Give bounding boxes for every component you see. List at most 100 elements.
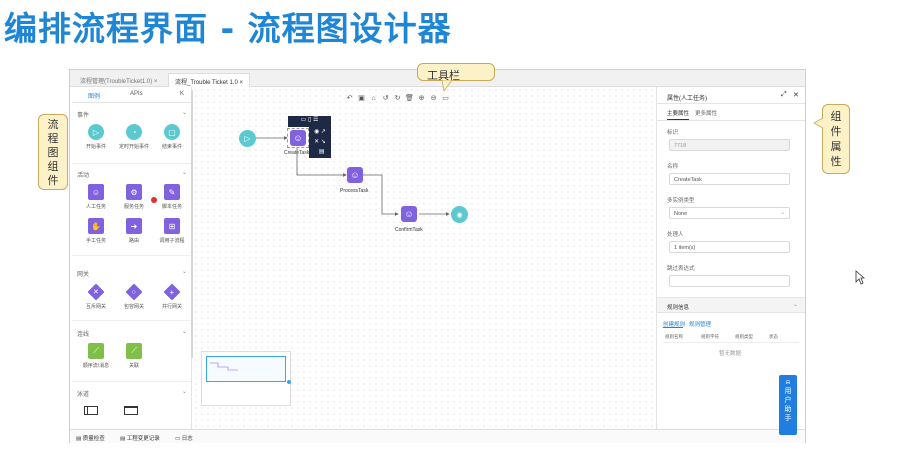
node-label-confirmtask: ConfirmTask bbox=[395, 227, 423, 233]
palette-item-end-event[interactable]: ▢ 结束事件 bbox=[152, 124, 191, 150]
field-label-id: 标识 bbox=[667, 130, 679, 136]
tab-more-properties[interactable]: 更多属性 bbox=[695, 109, 717, 117]
skip-expression-field[interactable] bbox=[669, 275, 790, 287]
properties-callout: 组 件 属 性 bbox=[822, 104, 850, 174]
close-icon[interactable]: ✕ bbox=[793, 91, 799, 99]
association-icon: ⟋ bbox=[126, 343, 142, 359]
palette-item-association[interactable]: ⟋ 关联 bbox=[114, 343, 154, 369]
node-context-menu[interactable]: ◉ ↗ ✕ ↘ ▤ bbox=[309, 127, 331, 158]
column-header: 状态 bbox=[769, 334, 778, 339]
minimap-preview bbox=[210, 362, 238, 371]
multi-instance-select[interactable]: None ⌄ bbox=[669, 207, 790, 219]
play-icon: ▷ bbox=[244, 134, 251, 143]
app-window: 流程管理(TroubleTicket1.0) × 流程_Trouble Tick… bbox=[69, 69, 806, 443]
field-label-name: 名称 bbox=[667, 164, 679, 170]
document-icon: ▤ bbox=[76, 436, 82, 442]
callout-pointer bbox=[441, 80, 453, 92]
palette-item-script-task[interactable]: ✎ 脚本任务 bbox=[152, 184, 191, 210]
user-assistant-button[interactable]: ⍾ 用 户 助 手 bbox=[779, 375, 797, 435]
palette-item-route[interactable]: ➜ 路由 bbox=[114, 218, 154, 244]
node-context-toolbar[interactable]: ▭ ▯ ☰ bbox=[288, 116, 331, 127]
section-title-events: 事件 bbox=[77, 113, 90, 119]
palette-tab-apis[interactable]: APIs bbox=[130, 91, 143, 97]
properties-title: 属性(人工任务) bbox=[667, 96, 707, 102]
chevron-down-icon: ⌄ bbox=[793, 302, 799, 308]
status-item-quality-check[interactable]: ▤ 质量检查 bbox=[76, 434, 105, 442]
palette-item-manual-task[interactable]: ✋ 手工任务 bbox=[76, 218, 116, 244]
user-task-icon: ☺ bbox=[350, 170, 360, 180]
user-task-icon: ☺ bbox=[88, 184, 104, 200]
service-task-icon: ⚙ bbox=[126, 184, 142, 200]
palette-item-start-event[interactable]: ▷ 开始事件 bbox=[76, 124, 116, 150]
chevron-down-icon[interactable]: ⌄ bbox=[182, 169, 187, 176]
task-node-createtask[interactable]: ☺ bbox=[290, 130, 306, 146]
hand-task-icon: ✋ bbox=[88, 218, 104, 234]
tab-main-properties[interactable]: 主要属性 bbox=[667, 109, 690, 120]
subprocess-icon: ⊞ bbox=[164, 218, 180, 234]
section-title-activities: 活动 bbox=[77, 173, 90, 179]
tab-process-management[interactable]: 流程管理(TroubleTicket1.0) × bbox=[74, 73, 163, 87]
diagram-canvas[interactable]: ↶ ▣ ⌂ ↺ ↻ 🗑 ⊕ ⊖ ▭ ▷ ▭ ▯ ☰ ◉ ↗ ✕ ↘ ▤ ☺ Cre… bbox=[193, 87, 656, 429]
end-event-node[interactable]: ◉ bbox=[451, 206, 468, 223]
callout-pointer bbox=[813, 117, 824, 129]
rule-section-header[interactable]: 规则信息 ⌄ bbox=[657, 297, 805, 313]
node-label-processtask: ProcessTask bbox=[340, 188, 369, 194]
palette-item-inclusive-gateway[interactable]: ○ 包容网关 bbox=[114, 283, 154, 310]
palette-item-call-subprocess[interactable]: ⊞ 调用子流程 bbox=[152, 218, 191, 244]
palette-item-sequence-flow[interactable]: ⟋ 顺序流/消息 bbox=[76, 343, 116, 369]
chevron-down-icon[interactable]: ⌄ bbox=[182, 328, 187, 335]
start-event-node[interactable]: ▷ bbox=[239, 130, 256, 147]
chevron-down-icon[interactable]: ⌄ bbox=[182, 109, 187, 116]
palette-item-service-task[interactable]: ⚙ 服务任务 bbox=[114, 184, 154, 210]
script-task-icon: ✎ bbox=[164, 184, 180, 200]
chevron-down-icon[interactable]: ⌄ bbox=[182, 268, 187, 275]
tab-close-icon[interactable]: × bbox=[154, 79, 158, 85]
empty-state-text: 暂无数据 bbox=[719, 351, 742, 357]
status-bar: ▤ 质量检查 ▤ 工程变更记录 ▭ 日志 bbox=[70, 429, 805, 443]
pool-vertical-icon[interactable] bbox=[124, 406, 138, 415]
manage-rules-link[interactable]: 规则管理 bbox=[689, 320, 711, 328]
status-item-change-log[interactable]: ▤ 工程变更记录 bbox=[120, 434, 160, 442]
task-node-confirmtask[interactable]: ☺ bbox=[401, 206, 417, 222]
field-label-multi-instance: 多实例类型 bbox=[667, 198, 695, 204]
user-task-icon: ☺ bbox=[293, 133, 303, 143]
palette-collapse-button[interactable]: K bbox=[180, 91, 184, 97]
component-palette: 图例 APIs K 事件 ⌄ ▷ 开始事件 ◔ 定时开始事件 ▢ 结束事件 活动 ⌄ … bbox=[72, 87, 192, 429]
stop-icon: ▢ bbox=[164, 124, 180, 140]
clock-icon: ◔ bbox=[126, 124, 142, 140]
name-field[interactable]: CreateTask bbox=[669, 173, 790, 185]
minimap[interactable] bbox=[201, 351, 291, 406]
field-label-skip-expression: 跳过表达式 bbox=[667, 266, 695, 272]
id-field: 7718 bbox=[669, 139, 790, 151]
column-header: 规则名称 bbox=[665, 334, 683, 339]
palette-item-user-task[interactable]: ☺ 人工任务 bbox=[76, 184, 116, 210]
chevron-down-icon: ⌄ bbox=[780, 210, 785, 216]
page-title: 编排流程界面 - 流程图设计器 bbox=[4, 9, 452, 48]
minimap-resize-handle[interactable] bbox=[287, 380, 291, 384]
mouse-cursor-icon bbox=[855, 270, 865, 285]
task-node-processtask[interactable]: ☺ bbox=[347, 167, 363, 183]
route-icon: ➜ bbox=[126, 218, 142, 234]
stop-icon: ◉ bbox=[456, 211, 463, 219]
sequence-flow-icon: ⟋ bbox=[88, 343, 104, 359]
document-icon: ▤ bbox=[120, 436, 126, 442]
palette-item-parallel-gateway[interactable]: + 并行网关 bbox=[152, 283, 191, 310]
palette-item-exclusive-gateway[interactable]: ✕ 互斥网关 bbox=[76, 283, 116, 310]
column-header: 规则类型 bbox=[735, 334, 753, 339]
component-palette-callout: 流 程 图 组 件 bbox=[38, 114, 68, 190]
section-title-swimlanes: 泳道 bbox=[77, 392, 90, 398]
node-label-createtask: CreateTask bbox=[284, 150, 310, 156]
palette-item-timer-start-event[interactable]: ◔ 定时开始事件 bbox=[114, 124, 154, 150]
expand-icon[interactable]: ⤢ bbox=[781, 91, 787, 99]
play-icon: ▷ bbox=[88, 124, 104, 140]
parallel-gateway-icon: + bbox=[163, 283, 181, 301]
pool-horizontal-icon[interactable] bbox=[84, 406, 98, 415]
tab-process-designer[interactable]: 流程_Trouble Ticket 1.0 × bbox=[168, 73, 250, 87]
assignee-field[interactable]: 1 item(s) bbox=[669, 241, 790, 253]
chevron-down-icon[interactable]: ⌄ bbox=[182, 388, 187, 395]
column-header: 规则字符 bbox=[701, 334, 719, 339]
status-item-log[interactable]: ▭ 日志 bbox=[175, 434, 193, 442]
tab-close-icon[interactable]: × bbox=[239, 80, 243, 86]
assistant-icon: ⍾ bbox=[785, 379, 791, 386]
section-title-gateways: 网关 bbox=[77, 272, 90, 278]
